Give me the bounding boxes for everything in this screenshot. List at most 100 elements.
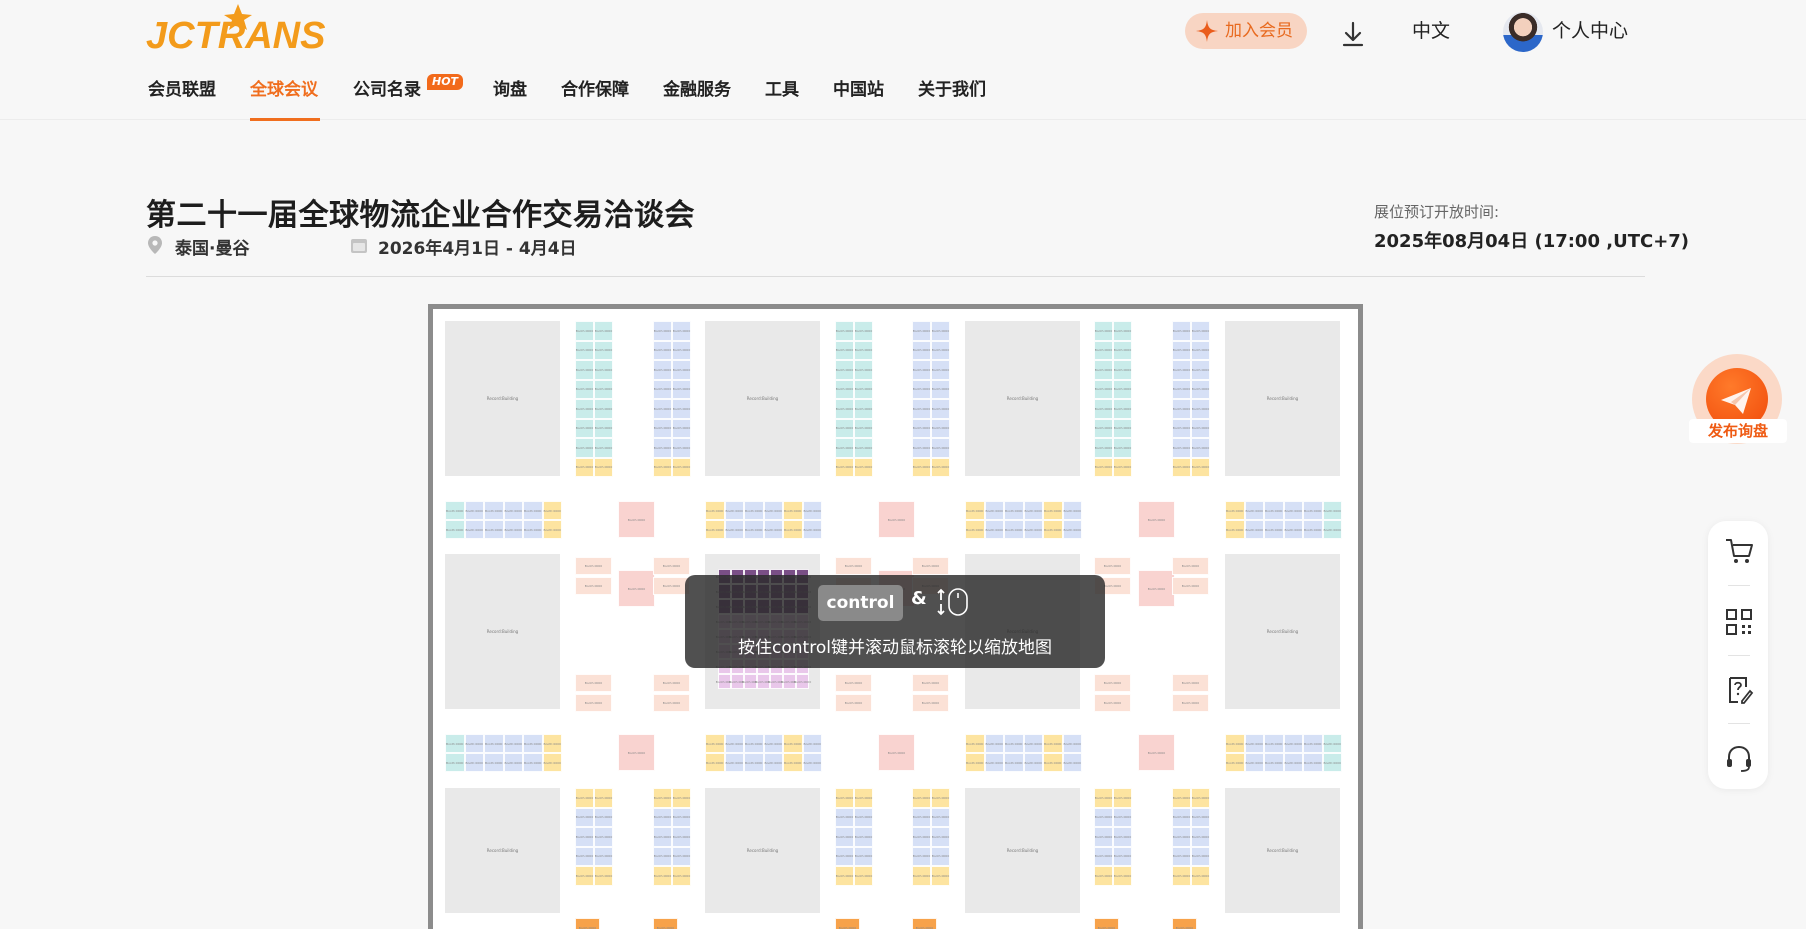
booth[interactable]: Booth:0000 <box>724 501 744 520</box>
booth[interactable]: Booth:0000 <box>672 418 691 438</box>
booth[interactable]: Booth:0000 <box>445 753 465 772</box>
exhibition-hall-block[interactable]: Record:Building <box>705 321 820 476</box>
booth[interactable]: Booth:0000 <box>1004 520 1024 539</box>
booth[interactable]: Booth:0000 <box>931 321 950 341</box>
booth[interactable]: Booth:0000 <box>912 418 931 438</box>
booth[interactable]: Booth:0000 <box>724 753 744 772</box>
booth[interactable]: Booth:0000 <box>672 379 691 399</box>
booth[interactable]: Booth:0000 <box>835 807 854 827</box>
booth[interactable]: Booth:0000 <box>802 501 822 520</box>
booth[interactable]: Booth:0000 <box>1094 866 1113 886</box>
booth[interactable]: Booth:0000 <box>653 918 678 929</box>
booth[interactable]: Booth:0000 <box>1023 753 1043 772</box>
booth[interactable]: Booth:0000 <box>523 753 543 772</box>
booth[interactable]: Booth:0000 <box>1244 501 1264 520</box>
booth[interactable]: Booth:0000 <box>653 399 672 419</box>
booth[interactable]: Booth:0000 <box>854 399 873 419</box>
nav-item-global-conference[interactable]: 全球会议 <box>250 78 318 102</box>
booth[interactable]: Booth:0000 <box>931 807 950 827</box>
booth[interactable]: Booth:0000 <box>912 846 931 866</box>
booth[interactable]: Booth:0000 <box>835 674 872 692</box>
exhibition-hall-block[interactable]: Record:Building <box>445 788 560 913</box>
booth[interactable]: Booth:0000 <box>653 788 672 808</box>
booth[interactable]: Booth:0000 <box>672 438 691 458</box>
nav-item-financial-services[interactable]: 金融服务 <box>663 78 731 102</box>
booth[interactable]: Booth:0000 <box>1113 827 1132 847</box>
booth[interactable]: Booth:0000 <box>1094 457 1113 477</box>
booth[interactable]: Booth:0000 <box>1094 557 1131 575</box>
booth[interactable]: Booth:0000 <box>783 753 803 772</box>
booth[interactable]: Booth:0000 <box>1113 340 1132 360</box>
qrcode-icon[interactable] <box>1724 607 1754 637</box>
booth[interactable]: Booth:0000 <box>1172 827 1191 847</box>
booth[interactable]: Booth:0000 <box>1322 753 1342 772</box>
booth[interactable]: Booth:0000 <box>653 807 672 827</box>
booth[interactable]: Booth:0000 <box>984 734 1004 753</box>
booth[interactable]: Booth:0000 <box>575 557 612 575</box>
booth[interactable]: Booth:0000 <box>575 379 594 399</box>
booth[interactable]: Booth:0000 <box>1244 753 1264 772</box>
booth[interactable]: Booth:0000 <box>594 438 613 458</box>
booth[interactable]: Booth:0000 <box>763 734 783 753</box>
booth[interactable]: Booth:0000 <box>1004 753 1024 772</box>
booth[interactable]: Booth:0000 <box>1303 520 1323 539</box>
booth[interactable]: Booth:0000 <box>575 788 594 808</box>
booth[interactable]: Booth:0000 <box>575 694 612 712</box>
booth[interactable]: Booth:0000 <box>878 734 915 771</box>
booth[interactable]: Booth:0000 <box>1094 846 1113 866</box>
booth[interactable]: Booth:0000 <box>575 827 594 847</box>
booth[interactable]: Booth:0000 <box>783 520 803 539</box>
booth[interactable]: Booth:0000 <box>575 360 594 380</box>
nav-item-about-us[interactable]: 关于我们 <box>918 78 986 102</box>
booth[interactable]: Booth:0000 <box>1172 379 1191 399</box>
booth[interactable]: Booth:0000 <box>653 457 672 477</box>
booth[interactable]: Booth:0000 <box>1113 807 1132 827</box>
booth[interactable]: Booth:0000 <box>1172 360 1191 380</box>
booth[interactable]: Booth:0000 <box>672 457 691 477</box>
user-center-link[interactable]: 个人中心 <box>1552 16 1628 46</box>
booth[interactable]: Booth:0000 <box>1062 520 1082 539</box>
booth[interactable]: Booth:0000 <box>464 501 484 520</box>
booth[interactable]: Booth:0000 <box>705 734 725 753</box>
booth[interactable]: Booth:0000 <box>1191 807 1210 827</box>
booth[interactable]: Booth:0000 <box>1191 321 1210 341</box>
booth[interactable]: Booth:0000 <box>854 340 873 360</box>
booth[interactable]: Booth:0000 <box>575 399 594 419</box>
exhibition-hall-block[interactable]: Record:Building <box>965 788 1080 913</box>
booth[interactable]: Booth:0000 <box>1094 674 1131 692</box>
booth[interactable]: Booth:0000 <box>1113 866 1132 886</box>
booth[interactable]: Booth:0000 <box>912 360 931 380</box>
nav-item-company-directory[interactable]: 公司名录 <box>353 78 421 102</box>
booth[interactable]: Booth:0000 <box>794 674 811 689</box>
booth[interactable]: Booth:0000 <box>1191 418 1210 438</box>
booth[interactable]: Booth:0000 <box>1043 520 1063 539</box>
booth[interactable]: Booth:0000 <box>594 399 613 419</box>
booth[interactable]: Booth:0000 <box>594 379 613 399</box>
booth[interactable]: Booth:0000 <box>1283 520 1303 539</box>
booth[interactable]: Booth:0000 <box>594 418 613 438</box>
booth[interactable]: Booth:0000 <box>1191 360 1210 380</box>
booth[interactable]: Booth:0000 <box>931 379 950 399</box>
booth[interactable]: Booth:0000 <box>965 520 985 539</box>
language-switch[interactable]: 中文 <box>1412 16 1450 46</box>
booth[interactable]: Booth:0000 <box>912 807 931 827</box>
booth[interactable]: Booth:0000 <box>835 788 854 808</box>
booth[interactable]: Booth:0000 <box>1172 399 1191 419</box>
booth[interactable]: Booth:0000 <box>464 520 484 539</box>
booth[interactable]: Booth:0000 <box>503 520 523 539</box>
booth[interactable]: Booth:0000 <box>1264 753 1284 772</box>
booth[interactable]: Booth:0000 <box>1094 399 1113 419</box>
booth[interactable]: Booth:0000 <box>835 340 854 360</box>
booth[interactable]: Booth:0000 <box>1172 321 1191 341</box>
booth[interactable]: Booth:0000 <box>575 866 594 886</box>
booth[interactable]: Booth:0000 <box>1113 846 1132 866</box>
booth[interactable]: Booth:0000 <box>594 807 613 827</box>
booth[interactable]: Booth:0000 <box>854 827 873 847</box>
booth[interactable]: Booth:0000 <box>503 753 523 772</box>
booth[interactable]: Booth:0000 <box>1191 457 1210 477</box>
booth[interactable]: Booth:0000 <box>931 360 950 380</box>
booth[interactable]: Booth:0000 <box>1303 753 1323 772</box>
booth[interactable]: Booth:0000 <box>618 570 655 607</box>
booth[interactable]: Booth:0000 <box>912 340 931 360</box>
booth[interactable]: Booth:0000 <box>575 577 612 595</box>
